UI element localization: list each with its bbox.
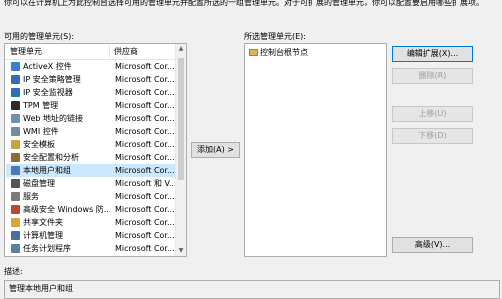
security-config-icon [11,153,20,162]
snapin-name: 共享文件夹 [23,218,63,227]
selected-snapins-tree[interactable]: 控制台根节点 [244,43,387,257]
console-root-label: 控制台根节点 [260,48,308,57]
intro-text: 你可以在计算机上为此控制台选择可用的管理单元并配置所选的一组管理单元。对于可扩展… [4,0,484,7]
snapin-vendor: Microsoft Cor... [115,101,175,110]
snapin-vendor: Microsoft Cor... [115,166,175,175]
snapin-name: ActiveX 控件 [23,62,72,71]
snapin-vendor: Microsoft 和 V... [115,179,177,188]
list-item[interactable]: TPM 管理 Microsoft Cor... [6,99,177,112]
list-item[interactable]: IP 安全监视器 Microsoft Cor... [6,86,177,99]
list-item[interactable]: Web 地址的链接 Microsoft Cor... [6,112,177,125]
scroll-up-icon[interactable]: ▲ [177,44,185,54]
snapin-name: 磁盘管理 [23,179,55,188]
web-link-icon [11,114,20,123]
snapin-vendor: Microsoft Cor... [115,127,175,136]
console-root-node[interactable]: 控制台根节点 [249,47,308,58]
snapin-name: IP 安全监视器 [23,88,73,97]
list-item[interactable]: 安全模板 Microsoft Cor... [6,138,177,151]
task-scheduler-icon [11,244,20,253]
activex-icon [11,62,20,71]
snapin-vendor: Microsoft Cor... [115,140,175,149]
shared-folder-icon [11,218,20,227]
move-up-button[interactable]: 上移(U) [392,106,473,122]
available-snapins-list[interactable]: 管理单元 供应商 ActiveX 控件 Microsoft Cor... IP 安全… [4,43,187,257]
snapin-vendor: Microsoft Cor... [115,114,175,123]
ip-security-monitor-icon [11,88,20,97]
snapin-vendor: Microsoft Cor... [115,75,175,84]
snapin-vendor: Microsoft Cor... [115,62,175,71]
snapin-name: 任务计划程序 [23,244,71,253]
wmi-icon [11,127,20,136]
list-item[interactable]: ActiveX 控件 Microsoft Cor... [6,60,177,73]
local-users-icon [11,166,20,175]
list-item[interactable]: 共享文件夹 Microsoft Cor... [6,216,177,229]
column-header-snapin[interactable]: 管理单元 [10,46,42,57]
list-header: 管理单元 供应商 [5,44,177,60]
available-snapins-label: 可用的管理单元(S): [4,32,75,41]
list-item[interactable]: 磁盘管理 Microsoft 和 V... [6,177,177,190]
snapin-vendor: Microsoft Cor... [115,192,175,201]
description-box: 管理本地用户和组 [4,280,500,299]
snapin-name: 安全模板 [23,140,55,149]
snapin-name: 本地用户和组 [23,166,71,175]
snapin-name: 服务 [23,192,39,201]
services-icon [11,192,20,201]
list-item[interactable]: IP 安全策略管理 Microsoft Cor... [6,73,177,86]
snapin-vendor: Microsoft Cor... [115,244,175,253]
tpm-icon [11,101,20,110]
snapin-vendor: Microsoft Cor... [115,153,175,162]
selected-snapins-label: 所选管理单元(E): [244,32,306,41]
list-item[interactable]: 计算机管理 Microsoft Cor... [6,229,177,242]
folder-icon [249,49,258,56]
list-item[interactable]: 本地用户和组 Microsoft Cor... [6,164,177,177]
snapin-name: 计算机管理 [23,231,63,240]
advanced-button[interactable]: 高级(V)... [392,237,473,253]
firewall-icon [11,205,20,214]
snapin-vendor: Microsoft Cor... [115,88,175,97]
list-item[interactable]: 高级安全 Windows 防... Microsoft Cor... [6,203,177,216]
snapin-name: Web 地址的链接 [23,114,83,123]
remove-button[interactable]: 删除(R) [392,68,473,84]
snapin-name: TPM 管理 [23,101,59,110]
disk-management-icon [11,179,20,188]
snapin-name: 安全配置和分析 [23,153,79,162]
list-item[interactable]: WMI 控件 Microsoft Cor... [6,125,177,138]
scroll-down-icon[interactable]: ▼ [177,246,185,256]
snapin-vendor: Microsoft Cor... [115,231,175,240]
snapin-name: WMI 控件 [23,127,59,136]
move-down-button[interactable]: 下移(D) [392,128,473,144]
add-button[interactable]: 添加(A) > [191,142,240,158]
description-label: 描述: [4,267,23,276]
security-template-icon [11,140,20,149]
vertical-scrollbar[interactable]: ▲ ▼ [175,44,186,256]
snapin-name: 高级安全 Windows 防... [23,205,108,214]
description-text: 管理本地用户和组 [9,284,73,293]
ip-security-policy-icon [11,75,20,84]
list-item[interactable]: 任务计划程序 Microsoft Cor... [6,242,177,255]
snapin-vendor: Microsoft Cor... [115,205,175,214]
snapin-vendor: Microsoft Cor... [115,218,175,227]
scrollbar-thumb[interactable] [178,58,184,180]
column-header-vendor[interactable]: 供应商 [114,46,138,57]
list-item[interactable]: 服务 Microsoft Cor... [6,190,177,203]
computer-management-icon [11,231,20,240]
snapin-name: IP 安全策略管理 [23,75,81,84]
edit-extensions-button[interactable]: 编辑扩展(X)... [392,46,473,62]
list-item[interactable]: 安全配置和分析 Microsoft Cor... [6,151,177,164]
